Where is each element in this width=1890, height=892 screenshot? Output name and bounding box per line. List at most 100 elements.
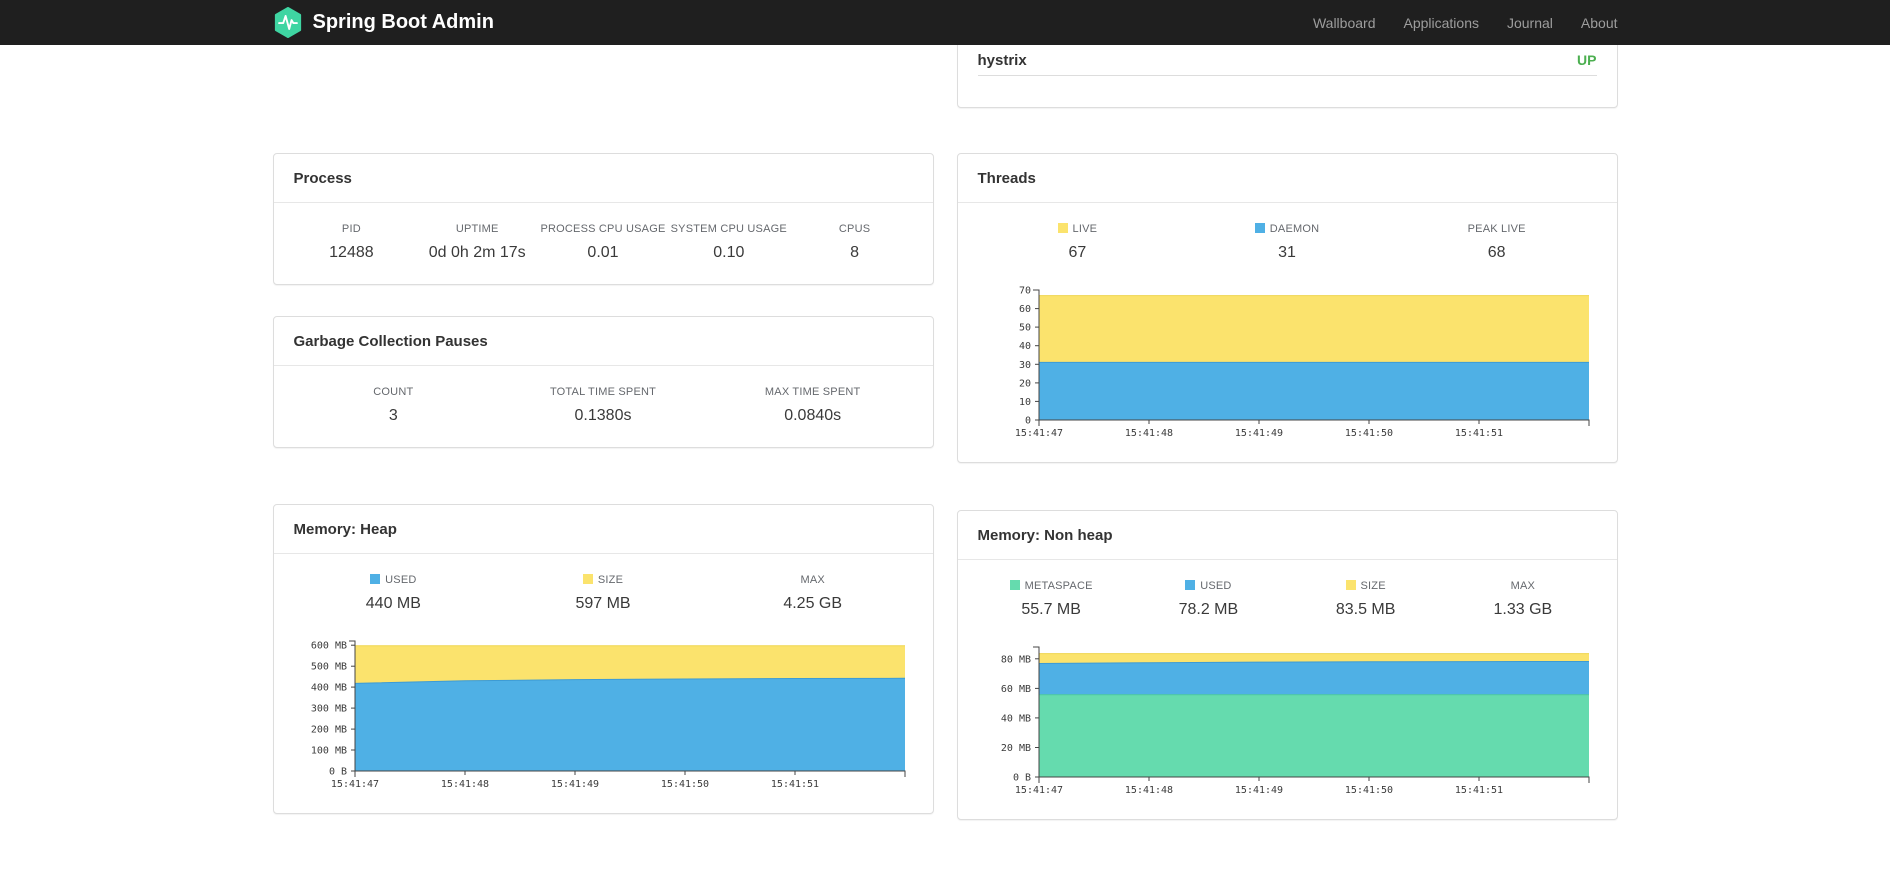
metric-value: 440 MB (365, 595, 421, 612)
metric-gc-count: COUNT 3 (289, 386, 499, 425)
metric-heap-used: USED 440 MB (289, 574, 499, 613)
metric-label-text: DAEMON (1269, 223, 1320, 235)
svg-text:10: 10 (1019, 397, 1031, 408)
metric-label-text: LIVE (1072, 223, 1098, 235)
metric-uptime: UPTIME 0d 0h 2m 17s (414, 223, 540, 262)
nav-item-wallboard[interactable]: Wallboard (1299, 15, 1390, 31)
metric-nonheap-used: USED 78.2 MB (1130, 580, 1287, 619)
metric-label: SIZE (1287, 580, 1444, 592)
metric-label: CPUS (838, 223, 871, 235)
left-column: Process PID 12488 UPTIME 0d 0h 2m 17s PR… (272, 45, 934, 814)
metric-label: MAX TIME SPENT (764, 386, 861, 398)
svg-text:30: 30 (1019, 360, 1031, 371)
heap-metrics: USED 440 MB SIZE 597 MB MAX 4.25 GB (274, 554, 933, 635)
gc-pauses-card: Garbage Collection Pauses COUNT 3 TOTAL … (272, 316, 934, 448)
metric-label: LIVE (973, 223, 1183, 235)
top-navbar: Spring Boot Admin Wallboard Applications… (0, 0, 1890, 45)
metric-label: DAEMON (1182, 223, 1392, 235)
metric-label: MAX (1510, 580, 1536, 592)
metric-label: PROCESS CPU USAGE (540, 223, 666, 235)
svg-text:0 B: 0 B (329, 767, 347, 778)
brand-link[interactable]: Spring Boot Admin (273, 7, 494, 38)
metric-value: 68 (1487, 244, 1506, 261)
metric-label: USED (289, 574, 499, 586)
metric-threads-daemon: DAEMON 31 (1182, 223, 1392, 262)
metric-value: 0.01 (587, 244, 619, 261)
health-row-hystrix: hystrix UP (977, 45, 1597, 76)
metric-nonheap-size: SIZE 83.5 MB (1287, 580, 1444, 619)
metric-value: 67 (1068, 244, 1087, 261)
svg-text:100 MB: 100 MB (311, 746, 347, 757)
gc-card-title: Garbage Collection Pauses (273, 317, 933, 366)
metric-gc-max-time: MAX TIME SPENT 0.0840s (708, 386, 918, 425)
metric-label: COUNT (373, 386, 414, 398)
svg-text:80 MB: 80 MB (1001, 654, 1031, 665)
threads-card: Threads LIVE 67 DAEMON 31 PEAK LIVE 68 7… (956, 153, 1618, 463)
threads-card-title: Threads (957, 154, 1617, 203)
daemon-legend-swatch (1254, 223, 1265, 233)
svg-text:400 MB: 400 MB (311, 683, 347, 694)
metric-value: 0.0840s (784, 407, 842, 424)
memory-nonheap-card: Memory: Non heap METASPACE 55.7 MB USED … (956, 510, 1618, 820)
process-metrics: PID 12488 UPTIME 0d 0h 2m 17s PROCESS CP… (274, 203, 933, 284)
nav-item-applications[interactable]: Applications (1389, 15, 1493, 31)
metric-value: 31 (1278, 244, 1296, 261)
nav-item-journal[interactable]: Journal (1493, 15, 1567, 31)
svg-text:40 MB: 40 MB (1001, 713, 1031, 724)
nav-links: Wallboard Applications Journal About (1299, 15, 1618, 31)
svg-text:15:41:49: 15:41:49 (1235, 785, 1283, 796)
metric-label: SIZE (498, 574, 708, 586)
nav-item-about[interactable]: About (1567, 15, 1618, 31)
metric-value: 0.10 (713, 244, 745, 261)
metric-label: PID (341, 223, 361, 235)
svg-text:15:41:50: 15:41:50 (1345, 428, 1393, 439)
svg-text:15:41:50: 15:41:50 (1345, 785, 1393, 796)
svg-text:15:41:47: 15:41:47 (1015, 428, 1063, 439)
svg-text:15:41:51: 15:41:51 (1455, 428, 1503, 439)
memory-heap-card: Memory: Heap USED 440 MB SIZE 597 MB MAX… (272, 504, 934, 814)
svg-text:15:41:47: 15:41:47 (331, 779, 379, 790)
svg-text:15:41:48: 15:41:48 (1125, 785, 1173, 796)
metric-label: PEAK LIVE (1467, 223, 1526, 235)
process-card-title: Process (273, 154, 933, 203)
metric-value: 1.33 GB (1493, 601, 1553, 618)
size-legend-swatch (582, 574, 593, 584)
used-legend-swatch (370, 574, 381, 584)
metric-gc-total-time: TOTAL TIME SPENT 0.1380s (498, 386, 708, 425)
metric-label: UPTIME (455, 223, 499, 235)
metric-label-text: USED (385, 574, 417, 586)
svg-text:40: 40 (1019, 341, 1031, 352)
metric-cpus: CPUS 8 (792, 223, 918, 262)
metric-value: 8 (850, 244, 860, 261)
svg-text:15:41:48: 15:41:48 (441, 779, 489, 790)
svg-text:0 B: 0 B (1013, 773, 1031, 784)
metric-heap-max: MAX 4.25 GB (708, 574, 918, 613)
heap-card-title: Memory: Heap (273, 505, 933, 554)
metric-value: 597 MB (575, 595, 631, 612)
svg-text:15:41:47: 15:41:47 (1015, 785, 1063, 796)
size-legend-swatch (1345, 580, 1356, 590)
process-card: Process PID 12488 UPTIME 0d 0h 2m 17s PR… (272, 153, 934, 285)
metric-label: METASPACE (973, 580, 1130, 592)
metric-value: 4.25 GB (783, 595, 843, 612)
threads-metrics: LIVE 67 DAEMON 31 PEAK LIVE 68 (958, 203, 1617, 284)
page-content: Process PID 12488 UPTIME 0d 0h 2m 17s PR… (0, 0, 1890, 820)
memory-nonheap-chart: 80 MB 60 MB 40 MB 20 MB 0 B15:41:47 15:41:48 1… (1001, 646, 1590, 796)
metric-value: 78.2 MB (1178, 601, 1239, 618)
metric-threads-peak-live: PEAK LIVE 68 (1392, 223, 1602, 262)
threads-chart: 70 60 50 40 30 20 10 015:41:47 15:41:48 15:41:49 1… (1015, 286, 1590, 439)
metric-label-text: METASPACE (1024, 580, 1093, 592)
health-status-badge: UP (1577, 52, 1597, 68)
health-indicator-name: hystrix (977, 51, 1027, 69)
nonheap-metrics: METASPACE 55.7 MB USED 78.2 MB SIZE 83.5… (958, 560, 1617, 641)
metric-nonheap-max: MAX 1.33 GB (1444, 580, 1601, 619)
svg-text:600 MB: 600 MB (311, 641, 347, 652)
brand-title: Spring Boot Admin (312, 11, 494, 33)
memory-heap-chart: 600 MB500 MB400 MB300 MB200 MB100 MB0 B1… (311, 640, 906, 790)
metric-label-text: SIZE (1360, 580, 1386, 592)
metric-label: SYSTEM CPU USAGE (670, 223, 787, 235)
svg-text:15:41:49: 15:41:49 (1235, 428, 1283, 439)
metric-process-cpu-usage: PROCESS CPU USAGE 0.01 (540, 223, 666, 262)
metric-system-cpu-usage: SYSTEM CPU USAGE 0.10 (666, 223, 792, 262)
svg-text:50: 50 (1019, 323, 1031, 334)
